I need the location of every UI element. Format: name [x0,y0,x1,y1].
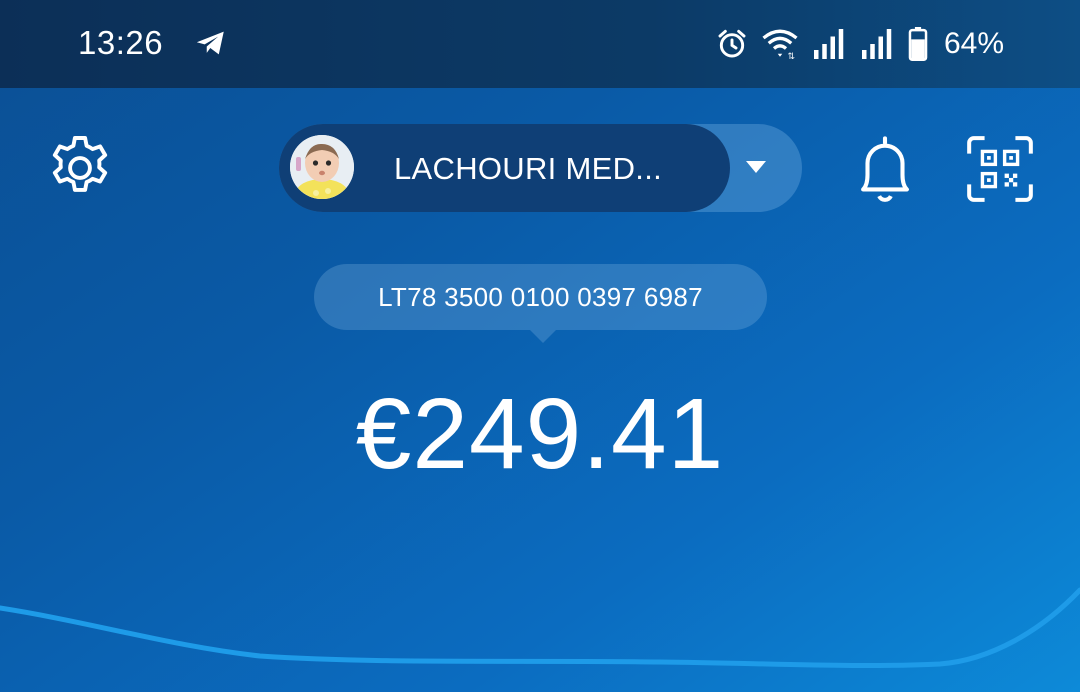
avatar [290,135,354,199]
balance-trend-line [0,587,1080,669]
account-balance: €249.41 [355,378,725,490]
status-icons: ⇅ 64% [716,22,1004,66]
signal-icon [813,29,844,59]
battery-icon [908,27,928,61]
qr-scan-icon[interactable] [963,132,1037,206]
account-selector-main[interactable]: LACHOURI MED... [279,124,730,212]
status-bar: 13:26 ⇅ 64% [0,0,1080,88]
status-time: 13:26 [78,24,164,61]
svg-text:⇅: ⇅ [787,51,795,60]
iban-bubble[interactable]: LT78 3500 0100 0397 6987 [314,264,767,343]
signal-icon [861,29,892,59]
gear-icon[interactable] [44,132,116,204]
iban-text: LT78 3500 0100 0397 6987 [378,282,703,312]
battery-percent: 64% [943,27,1004,60]
bell-icon[interactable] [850,130,920,208]
wifi-icon: ⇅ [762,29,798,60]
alarm-icon [718,29,746,58]
account-selector[interactable]: LACHOURI MED... [279,124,802,212]
caret-down-icon[interactable] [745,160,767,174]
telegram-icon [196,31,224,55]
avatar-image [290,135,354,199]
account-name: LACHOURI MED... [394,151,663,186]
